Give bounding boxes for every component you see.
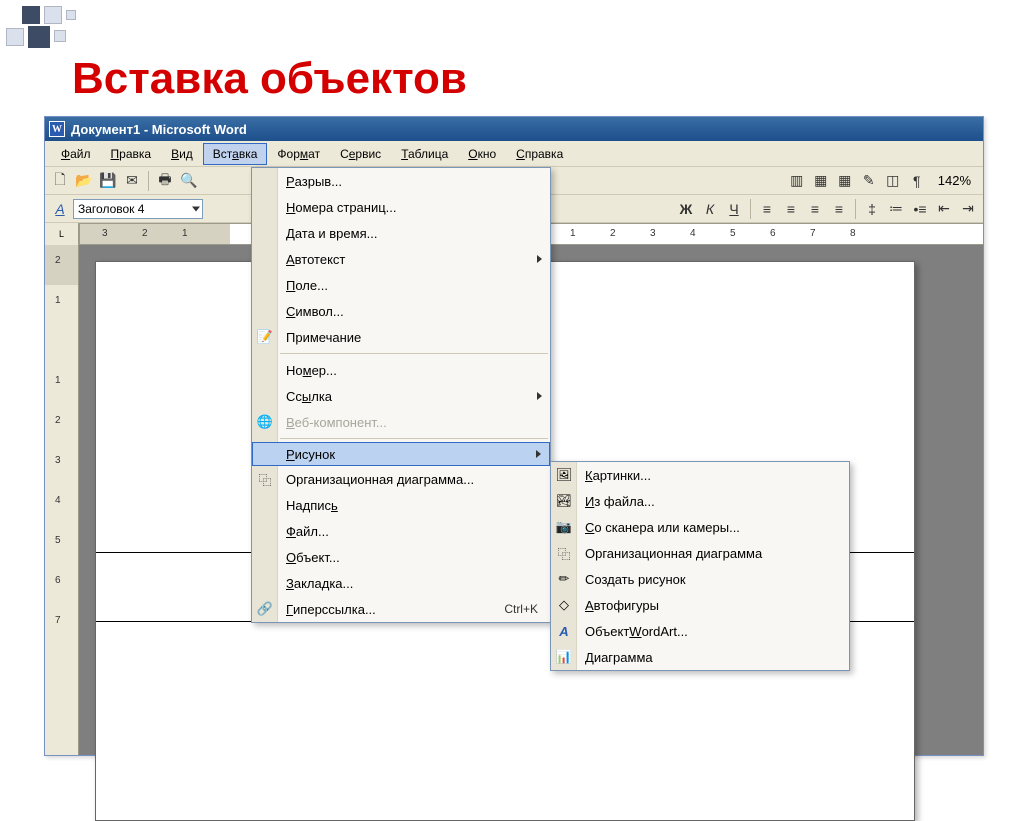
menu-table[interactable]: Таблица — [391, 143, 458, 165]
menu-symbol[interactable]: Символ... — [252, 298, 550, 324]
menu-break[interactable]: Разрыв... — [252, 168, 550, 194]
comment-icon: 📝 — [256, 328, 274, 346]
align-right-icon[interactable]: ≡ — [804, 198, 826, 220]
menu-textbox[interactable]: Надпись — [252, 492, 550, 518]
autoshapes-icon: ◇ — [555, 596, 573, 614]
show-paragraph-icon[interactable] — [906, 170, 928, 192]
menu-separator — [280, 438, 548, 439]
image-file-icon: 🏞 — [555, 492, 573, 510]
window-title: Документ1 - Microsoft Word — [71, 122, 247, 137]
align-center-icon[interactable]: ≡ — [780, 198, 802, 220]
word-app-icon: W — [49, 121, 65, 137]
menu-bookmark[interactable]: Закладка... — [252, 570, 550, 596]
menu-hyperlink[interactable]: 🔗Гиперссылка...Ctrl+K — [252, 596, 550, 622]
word-window: W Документ1 - Microsoft Word Файл Правка… — [44, 116, 984, 756]
insert-dropdown: Разрыв... Номера страниц... Дата и время… — [251, 167, 551, 623]
styles-icon[interactable]: A — [49, 198, 71, 220]
docmap-icon[interactable]: ◫ — [882, 170, 904, 192]
menu-edit[interactable]: Правка — [101, 143, 162, 165]
decrease-indent-icon[interactable]: ⇤ — [933, 198, 955, 220]
bullets-icon[interactable]: •≡ — [909, 198, 931, 220]
menu-autotext[interactable]: Автотекст — [252, 246, 550, 272]
menu-view[interactable]: Вид — [161, 143, 203, 165]
menu-format[interactable]: Формат — [267, 143, 330, 165]
style-combo[interactable]: Заголовок 4 — [73, 199, 203, 219]
menu-help[interactable]: Справка — [506, 143, 573, 165]
menu-reference[interactable]: Ссылка — [252, 383, 550, 409]
chevron-right-icon — [537, 255, 542, 263]
hyperlink-icon: 🔗 — [256, 600, 274, 618]
bold-button[interactable]: Ж — [675, 198, 697, 220]
chart-icon: 📊 — [555, 648, 573, 666]
picture-submenu: 🖼Картинки... 🏞Из файла... 📷Со сканера ил… — [550, 461, 850, 671]
menubar: Файл Правка Вид Вставка Формат Сервис Та… — [45, 141, 983, 167]
submenu-wordart[interactable]: AОбъект WordArt... — [551, 618, 849, 644]
menu-picture[interactable]: Рисунок — [252, 442, 550, 466]
italic-button[interactable]: К — [699, 198, 721, 220]
line-spacing-icon[interactable]: ‡ — [861, 198, 883, 220]
submenu-clipart[interactable]: 🖼Картинки... — [551, 462, 849, 488]
new-icon[interactable] — [49, 170, 71, 192]
shortcut-label: Ctrl+K — [504, 602, 538, 616]
vertical-ruler[interactable]: 2 1 1 2 3 4 5 6 7 — [45, 245, 79, 755]
menu-separator — [280, 353, 548, 354]
excel-icon[interactable]: ▦ — [834, 170, 856, 192]
menu-tools[interactable]: Сервис — [330, 143, 391, 165]
menu-org-chart[interactable]: ⿻Организационная диаграмма... — [252, 466, 550, 492]
menu-file[interactable]: Файл... — [252, 518, 550, 544]
separator — [750, 199, 751, 219]
org-chart-icon: ⿻ — [256, 470, 274, 488]
menu-field[interactable]: Поле... — [252, 272, 550, 298]
org-chart-icon: ⿻ — [555, 544, 573, 562]
columns-icon[interactable]: ▥ — [786, 170, 808, 192]
numbering-icon[interactable]: ≔ — [885, 198, 907, 220]
mail-icon[interactable]: ✉ — [121, 170, 143, 192]
clipart-icon: 🖼 — [555, 466, 573, 484]
insert-table-icon[interactable] — [810, 170, 832, 192]
zoom-value[interactable]: 142% — [930, 173, 979, 188]
new-drawing-icon: ✏ — [555, 570, 573, 588]
save-icon[interactable] — [97, 170, 119, 192]
chevron-right-icon — [536, 450, 541, 458]
chevron-right-icon — [537, 392, 542, 400]
wordart-icon: A — [555, 622, 573, 640]
drawing-icon[interactable]: ✎ — [858, 170, 880, 192]
open-icon[interactable] — [73, 170, 95, 192]
print-icon[interactable] — [154, 170, 176, 192]
slide-title: Вставка объектов — [72, 54, 467, 104]
underline-button[interactable]: Ч — [723, 198, 745, 220]
increase-indent-icon[interactable]: ⇥ — [957, 198, 979, 220]
print-preview-icon[interactable] — [178, 170, 200, 192]
menu-date-time[interactable]: Дата и время... — [252, 220, 550, 246]
submenu-chart[interactable]: 📊Диаграмма — [551, 644, 849, 670]
submenu-from-file[interactable]: 🏞Из файла... — [551, 488, 849, 514]
separator — [855, 199, 856, 219]
titlebar: W Документ1 - Microsoft Word — [45, 117, 983, 141]
ruler-corner: L — [45, 223, 79, 245]
submenu-autoshapes[interactable]: ◇Автофигуры — [551, 592, 849, 618]
menu-file[interactable]: Файл — [51, 143, 101, 165]
submenu-from-scanner[interactable]: 📷Со сканера или камеры... — [551, 514, 849, 540]
scanner-icon: 📷 — [555, 518, 573, 536]
submenu-new-drawing[interactable]: ✏Создать рисунок — [551, 566, 849, 592]
menu-insert[interactable]: Вставка — [203, 143, 268, 165]
web-icon: 🌐 — [256, 413, 274, 431]
menu-comment[interactable]: 📝Примечание — [252, 324, 550, 350]
menu-number[interactable]: Номер... — [252, 357, 550, 383]
menu-web-component: 🌐Веб-компонент... — [252, 409, 550, 435]
menu-page-numbers[interactable]: Номера страниц... — [252, 194, 550, 220]
submenu-org-chart[interactable]: ⿻Организационная диаграмма — [551, 540, 849, 566]
align-left-icon[interactable]: ≡ — [756, 198, 778, 220]
separator — [148, 171, 149, 191]
menu-object[interactable]: Объект... — [252, 544, 550, 570]
align-justify-icon[interactable]: ≡ — [828, 198, 850, 220]
menu-window[interactable]: Окно — [458, 143, 506, 165]
